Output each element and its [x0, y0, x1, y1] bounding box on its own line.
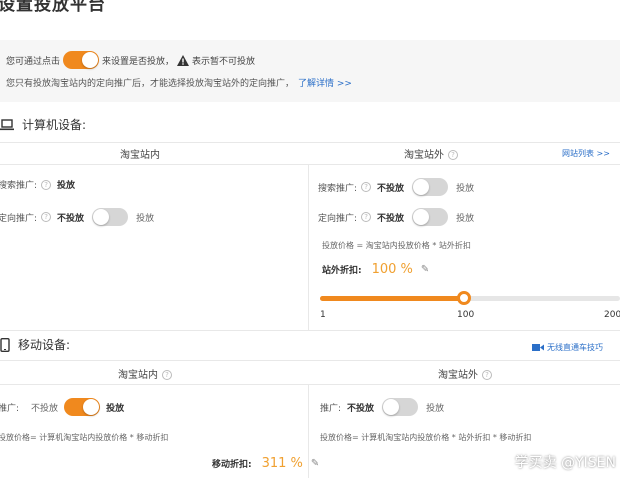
mobile-phone-icon — [0, 337, 10, 352]
divider — [0, 330, 620, 331]
mobile-outside-toggle[interactable] — [382, 398, 419, 416]
computer-outside-search-toggle[interactable] — [412, 178, 449, 196]
computer-inside-search-row: 搜索推广:? 投放 — [0, 178, 83, 191]
help-icon[interactable]: ? — [448, 150, 458, 160]
notice-text: 您只有投放淘宝站内的定向推广后，才能选择投放淘宝站外的定向推广， — [6, 79, 295, 89]
discount-slider-handle[interactable] — [457, 291, 471, 305]
notice-prefix: 您可通过点击 — [6, 56, 61, 67]
mobile-discount-value: 311 % — [261, 456, 303, 471]
mobile-outside-option: 投放 — [426, 403, 445, 414]
computer-section-header: 计算机设备: — [0, 116, 86, 133]
mobile-inside-row: 推广: 不投放 投放 — [0, 398, 124, 416]
discount-slider-fill — [320, 296, 464, 301]
mobile-inside-off-label: 不投放 — [31, 403, 59, 414]
computer-outside-targeted-row: 定向推广:? 不投放 投放 — [318, 208, 474, 226]
notice-mid: 来设置是否投放， — [102, 56, 175, 67]
slider-mid-label: 100 — [457, 310, 475, 320]
mobile-section-header: 移动设备: — [0, 336, 70, 353]
outside-discount: 站外折扣: 100 % ✎ — [322, 262, 429, 277]
help-icon[interactable]: ? — [41, 212, 52, 222]
mobile-tips-link[interactable]: 无线直通车技巧 — [532, 342, 603, 353]
laptop-icon — [0, 118, 14, 130]
computer-inside-targeted-row: 定向推广:? 不投放 投放 — [0, 208, 154, 226]
mobile-inside-state: 投放 — [106, 403, 125, 414]
computer-outside-targeted-toggle[interactable] — [412, 208, 449, 226]
help-icon[interactable]: ? — [361, 182, 372, 192]
mobile-discount-label: 移动折扣: — [212, 460, 252, 470]
targeted-option: 投放 — [136, 213, 155, 224]
search-state: 不投放 — [377, 183, 405, 194]
mobile-outside-header: 淘宝站外? — [438, 366, 492, 381]
divider — [0, 384, 620, 385]
help-icon[interactable]: ? — [162, 370, 172, 380]
mobile-inside-toggle[interactable] — [64, 398, 101, 416]
notice-line-2: 您只有投放淘宝站内的定向推广后，才能选择投放淘宝站外的定向推广， 了解详情 >> — [6, 76, 352, 89]
video-icon — [532, 344, 544, 351]
warning-icon — [177, 54, 190, 66]
notice-suffix: 表示暂不可投放 — [192, 56, 256, 67]
watermark: 学买卖 @YISEN — [514, 455, 616, 471]
help-icon[interactable]: ? — [41, 179, 52, 190]
outside-discount-value: 100 % — [371, 262, 413, 277]
learn-more-link[interactable]: 了解详情 >> — [298, 79, 352, 89]
mobile-discount: 移动折扣: 311 % ✎ — [212, 456, 319, 471]
divider — [0, 360, 620, 361]
computer-outside-search-row: 搜索推广:? 不投放 投放 — [318, 178, 474, 196]
divider — [0, 142, 620, 143]
page-title: 设置投放平台 — [0, 0, 106, 15]
edit-icon[interactable]: ✎ — [421, 264, 429, 275]
mobile-outside-state: 不投放 — [347, 403, 375, 414]
slider-max-label: 200 — [604, 310, 620, 320]
edit-icon[interactable]: ✎ — [311, 458, 319, 469]
outside-discount-label: 站外折扣: — [322, 266, 362, 276]
targeted-state: 不投放 — [377, 213, 405, 224]
mobile-outside-row: 推广: 不投放 投放 — [320, 398, 444, 416]
divider — [0, 164, 620, 165]
help-icon[interactable]: ? — [361, 212, 372, 222]
targeted-state: 不投放 — [57, 213, 85, 224]
search-option: 投放 — [456, 183, 475, 194]
mobile-outside-formula: 投放价格= 计算机淘宝站内投放价格 * 站外折扣 * 移动折扣 — [320, 433, 532, 442]
column-divider — [308, 164, 309, 330]
computer-inside-header: 淘宝站内 — [120, 150, 160, 161]
targeted-option: 投放 — [456, 213, 475, 224]
mobile-inside-formula: 投放价格= 计算机淘宝站内投放价格 * 移动折扣 — [0, 433, 169, 442]
slider-min-label: 1 — [320, 310, 326, 320]
notice-box: 您可通过点击 来设置是否投放， 表示暂不可投放 您只有投放淘宝站内的定向推广后，… — [0, 40, 620, 102]
site-list-link[interactable]: 网站列表 >> — [562, 148, 610, 159]
computer-section-title: 计算机设备: — [22, 118, 87, 132]
mobile-inside-header: 淘宝站内? — [118, 366, 172, 381]
example-toggle — [63, 51, 100, 69]
help-icon[interactable]: ? — [482, 370, 492, 380]
computer-outside-header: 淘宝站外? — [404, 146, 458, 161]
computer-inside-targeted-toggle[interactable] — [92, 208, 129, 226]
mobile-section-title: 移动设备: — [18, 338, 71, 352]
computer-outside-formula: 投放价格 = 淘宝站内投放价格 * 站外折扣 — [322, 241, 471, 250]
search-state: 投放 — [57, 181, 76, 191]
notice-line-1: 您可通过点击 来设置是否投放， 表示暂不可投放 — [6, 51, 255, 69]
